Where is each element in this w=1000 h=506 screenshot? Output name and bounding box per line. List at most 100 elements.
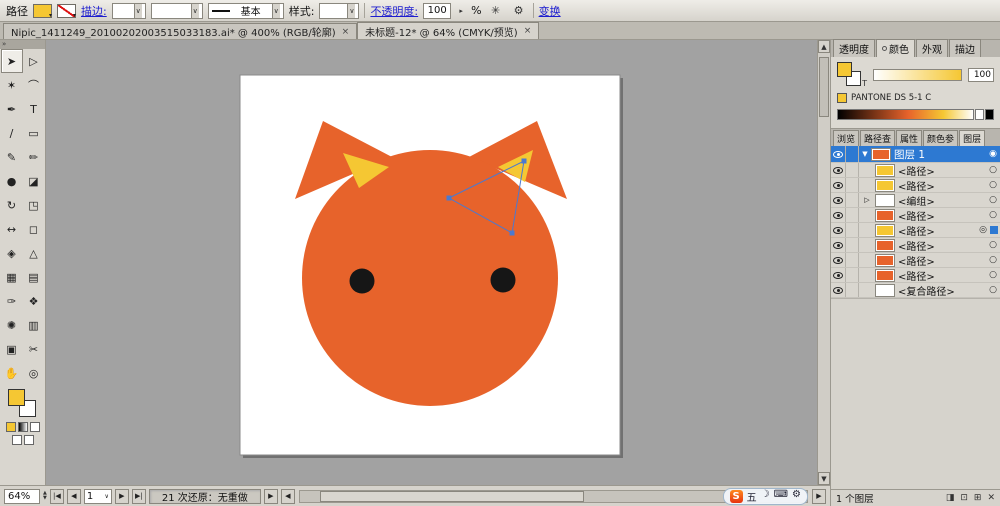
anchor-point[interactable] (447, 196, 452, 201)
tab-pathfinder[interactable]: 路径查 (860, 130, 895, 146)
tab-stroke[interactable]: 描边 (949, 39, 981, 57)
opacity-dropdown-icon[interactable]: ▸ (456, 3, 466, 19)
layer-row-root[interactable]: ▼ 图层 1 ◉ (831, 146, 1000, 163)
layer-row[interactable]: <路径>○ (831, 163, 1000, 178)
canvas-area[interactable] (46, 40, 817, 485)
blob-brush-tool[interactable]: ● (1, 169, 23, 193)
visibility-eye-icon[interactable] (833, 272, 843, 279)
tab-color[interactable]: 颜色 (876, 39, 915, 57)
tab-attributes[interactable]: 属性 (896, 130, 922, 146)
lock-cell[interactable] (846, 238, 859, 252)
tab-appearance[interactable]: 外观 (916, 39, 948, 57)
color-mode-icon[interactable] (6, 422, 16, 432)
gradient-mode-icon[interactable] (18, 422, 28, 432)
vertical-scroll-thumb[interactable] (819, 57, 829, 117)
last-artboard-button[interactable]: ▶| (132, 489, 146, 504)
target-circle[interactable]: ○ (986, 180, 1000, 190)
expand-triangle[interactable]: ▼ (859, 150, 871, 158)
hand-tool[interactable]: ✋ (1, 361, 23, 385)
blend-tool[interactable]: ❖ (23, 289, 45, 313)
stroke-link[interactable]: 描边: (81, 3, 107, 19)
artboard-number-select[interactable]: 1∨ (84, 489, 112, 504)
target-circle[interactable]: ◎ (976, 225, 990, 235)
gradient-tool[interactable]: ▤ (23, 265, 45, 289)
lock-cell[interactable] (846, 193, 859, 207)
lock-cell[interactable] (846, 146, 859, 162)
lock-cell[interactable] (846, 178, 859, 192)
close-tab-icon[interactable]: × (524, 26, 532, 36)
scroll-down-icon[interactable]: ▼ (818, 472, 830, 485)
new-sublayer-icon[interactable]: ⊡ (960, 493, 968, 503)
layer-row[interactable]: <路径>○ (831, 238, 1000, 253)
eyedropper-tool[interactable]: ✑ (1, 289, 23, 313)
zoom-level-select[interactable]: 64% (4, 489, 40, 504)
black-chip[interactable] (985, 109, 994, 120)
lock-cell[interactable] (846, 253, 859, 267)
rotate-tool[interactable]: ↻ (1, 193, 23, 217)
tint-value-input[interactable]: 100 (968, 68, 994, 82)
white-chip[interactable] (975, 109, 984, 120)
anchor-point[interactable] (522, 159, 527, 164)
visibility-eye-icon[interactable] (833, 227, 843, 234)
target-circle[interactable]: ○ (986, 270, 1000, 280)
layer-row[interactable]: <路径>◎ (831, 223, 1000, 238)
panel-fill-swatch[interactable] (837, 62, 852, 77)
slice-tool[interactable]: ✂ (23, 337, 45, 361)
graphic-style-select[interactable]: 基本∨ (208, 3, 284, 19)
tint-slider[interactable] (873, 69, 962, 81)
status-readout[interactable]: 21 次还原：无重做 (149, 489, 261, 504)
ime-item[interactable]: ⚙ (792, 489, 801, 504)
tools-panel-header[interactable]: » (0, 40, 45, 49)
stroke-weight-select[interactable]: ∨ (112, 3, 146, 19)
symbol-sprayer-tool[interactable]: ✺ (1, 313, 23, 337)
layer-row[interactable]: <路径>○ (831, 208, 1000, 223)
brush-select[interactable]: ∨ (151, 3, 203, 19)
none-mode-icon[interactable] (30, 422, 40, 432)
visibility-eye-icon[interactable] (833, 197, 843, 204)
fill-color-swatch[interactable]: ▾ (33, 4, 52, 18)
column-graph-tool[interactable]: ▥ (23, 313, 45, 337)
rectangle-tool[interactable]: ▭ (23, 121, 45, 145)
stroke-color-swatch[interactable]: ▾ (57, 4, 76, 18)
ime-item[interactable]: ⌨ (774, 489, 788, 504)
visibility-eye-icon[interactable] (833, 212, 843, 219)
zoom-tool[interactable]: ◎ (23, 361, 45, 385)
layer-row[interactable]: <复合路径>○ (831, 283, 1000, 298)
visibility-eye-icon[interactable] (833, 287, 843, 294)
lasso-tool[interactable]: ⌒ (23, 73, 45, 97)
layer-row[interactable]: <路径>○ (831, 178, 1000, 193)
visibility-eye-icon[interactable] (833, 257, 843, 264)
opacity-link[interactable]: 不透明度: (370, 3, 418, 19)
visibility-eye-icon[interactable] (833, 182, 843, 189)
vertical-scrollbar[interactable]: ▲ ▼ (817, 40, 830, 485)
eraser-tool[interactable]: ◪ (23, 169, 45, 193)
opacity-input[interactable]: 100 (423, 3, 451, 19)
layer-row[interactable]: <路径>○ (831, 253, 1000, 268)
previous-artboard-button[interactable]: ◀ (67, 489, 81, 504)
document-tab-2[interactable]: 未标题-12* @ 64% (CMYK/预览) × (357, 22, 539, 39)
make-mask-icon[interactable]: ◨ (946, 493, 955, 503)
layer-row[interactable]: <路径>○ (831, 268, 1000, 283)
target-circle[interactable]: ○ (986, 240, 1000, 250)
scroll-right-icon[interactable]: ▶ (812, 489, 826, 504)
horizontal-scroll-thumb[interactable] (320, 491, 584, 502)
first-artboard-button[interactable]: |◀ (50, 489, 64, 504)
tint-ramp[interactable] (837, 109, 974, 120)
target-circle[interactable]: ○ (986, 195, 1000, 205)
next-artboard-button[interactable]: ▶ (115, 489, 129, 504)
lock-cell[interactable] (846, 208, 859, 222)
scroll-left-icon[interactable]: ◀ (281, 489, 295, 504)
tab-layers[interactable]: 图层 (959, 130, 985, 146)
width-tool[interactable]: ↔ (1, 217, 23, 241)
close-tab-icon[interactable]: × (342, 27, 350, 37)
expand-triangle[interactable]: ▷ (859, 196, 875, 204)
perspective-grid-tool[interactable]: △ (23, 241, 45, 265)
visibility-eye-icon[interactable] (833, 151, 843, 158)
target-circle[interactable]: ◉ (986, 149, 1000, 159)
tab-color-guide[interactable]: 颜色参 (923, 130, 958, 146)
lock-cell[interactable] (846, 283, 859, 297)
line-segment-tool[interactable]: ∕ (1, 121, 23, 145)
cat-right-eye-shape[interactable] (491, 268, 516, 293)
layer-row[interactable]: ▷<编组>○ (831, 193, 1000, 208)
target-circle[interactable]: ○ (986, 165, 1000, 175)
